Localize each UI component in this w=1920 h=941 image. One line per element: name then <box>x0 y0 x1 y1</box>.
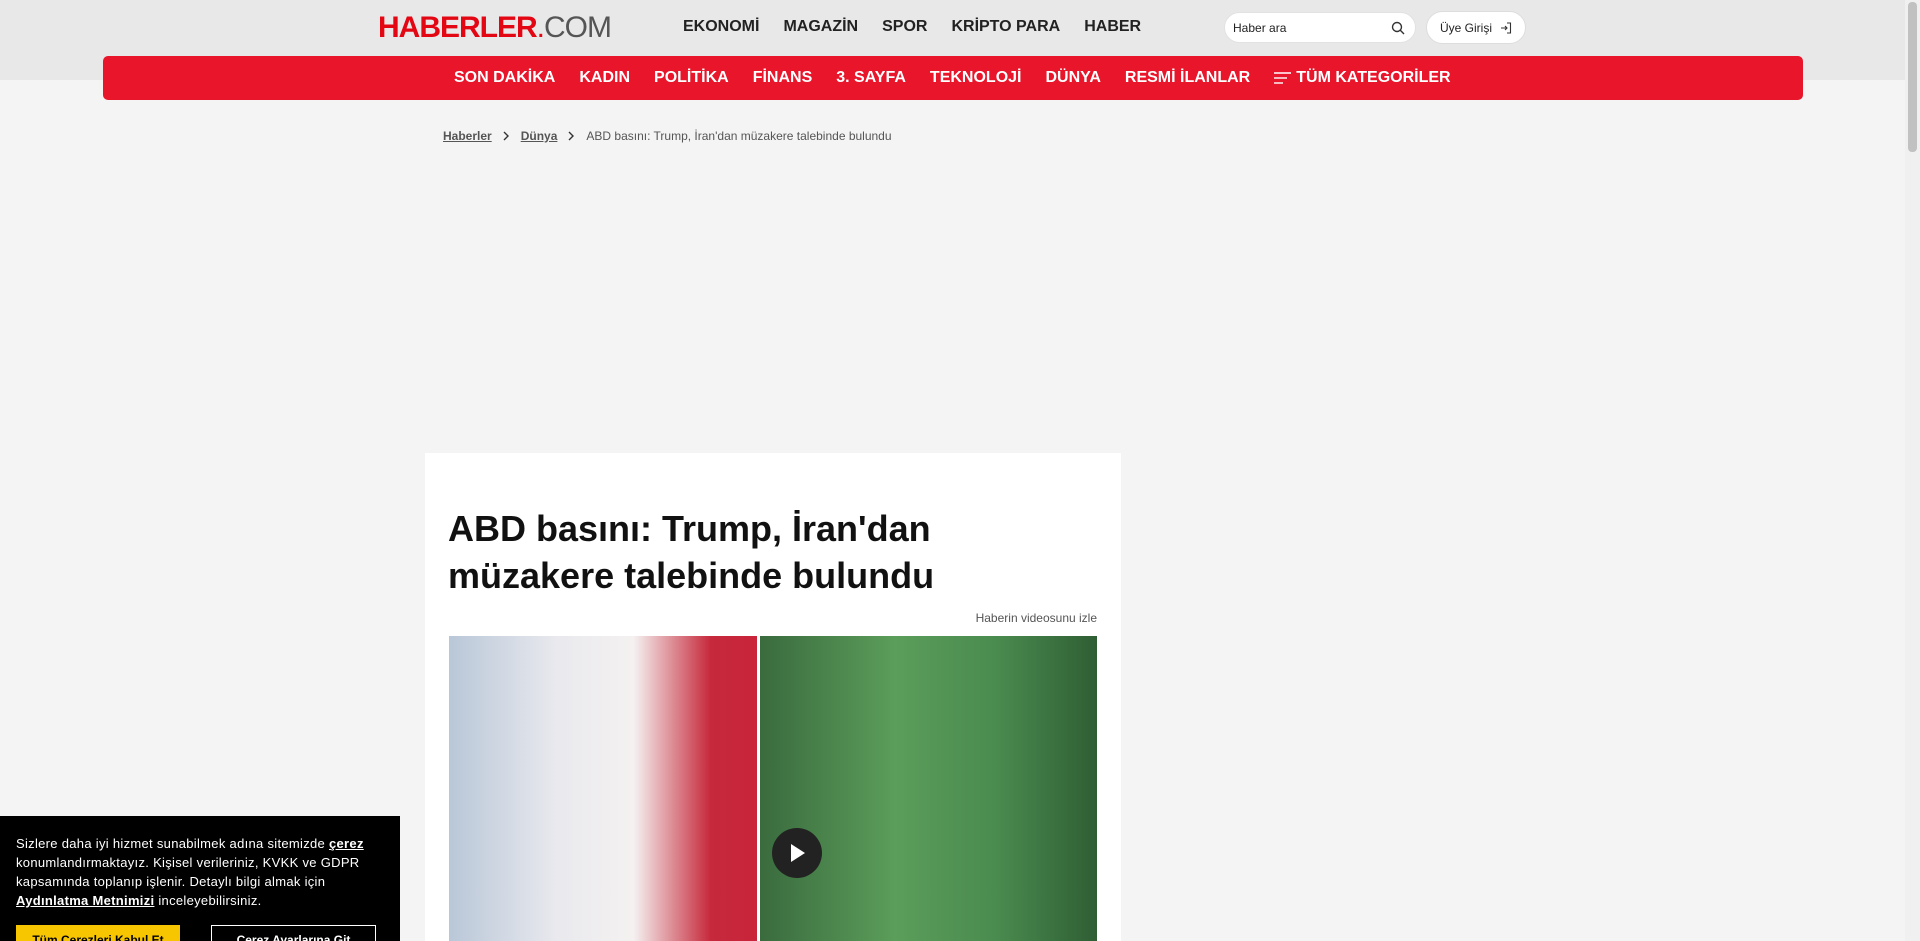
hero-image-left <box>449 636 757 941</box>
scrollbar-thumb[interactable] <box>1908 2 1917 152</box>
all-categories-button[interactable]: TÜM KATEGORİLER <box>1274 68 1451 88</box>
category-world[interactable]: DÜNYA <box>1045 68 1100 88</box>
page-scrollbar[interactable] <box>1905 0 1920 941</box>
search-input[interactable] <box>1233 19 1383 37</box>
top-nav-sports[interactable]: SPOR <box>882 16 927 38</box>
breadcrumb: Haberler Dünya ABD basını: Trump, İran'd… <box>443 129 892 143</box>
chevron-right-icon <box>503 131 509 141</box>
login-icon <box>1501 21 1512 34</box>
watch-video-link[interactable]: Haberin videosunu izle <box>976 611 1097 625</box>
breadcrumb-current: ABD basını: Trump, İran'dan müzakere tal… <box>586 129 892 143</box>
breadcrumb-section[interactable]: Dünya <box>521 129 558 143</box>
top-nav: EKONOMİ MAGAZİN SPOR KRİPTO PARA HABER <box>683 16 1141 38</box>
article-hero-image[interactable] <box>449 636 1097 941</box>
cookie-settings-button[interactable]: Çerez Ayarlarına Git <box>211 925 376 941</box>
category-official-notices[interactable]: RESMİ İLANLAR <box>1125 68 1250 88</box>
category-nav: SON DAKİKA KADIN POLİTİKA FİNANS 3. SAYF… <box>103 56 1803 100</box>
article-card: ABD basını: Trump, İran'dan müzakere tal… <box>425 453 1121 941</box>
category-politics[interactable]: POLİTİKA <box>654 68 729 88</box>
hero-image-right <box>760 636 1097 941</box>
cookie-link[interactable]: çerez <box>329 836 364 851</box>
cookie-text: Sizlere daha iyi hizmet sunabilmek adına… <box>16 836 364 908</box>
privacy-notice-link[interactable]: Aydınlatma Metnimizi <box>16 893 154 908</box>
menu-icon <box>1274 72 1292 84</box>
search-icon[interactable] <box>1391 21 1405 35</box>
login-label: Üye Girişi <box>1439 20 1492 35</box>
breadcrumb-home[interactable]: Haberler <box>443 129 492 143</box>
cookie-banner: Sizlere daha iyi hizmet sunabilmek adına… <box>0 816 400 941</box>
top-nav-magazine[interactable]: MAGAZİN <box>783 16 858 38</box>
category-finance[interactable]: FİNANS <box>753 68 813 88</box>
login-button[interactable]: Üye Girişi <box>1426 11 1526 44</box>
category-breaking-news[interactable]: SON DAKİKA <box>454 68 555 88</box>
top-nav-news[interactable]: HABER <box>1084 16 1141 38</box>
category-women[interactable]: KADIN <box>579 68 630 88</box>
category-third-page[interactable]: 3. SAYFA <box>836 68 906 88</box>
top-nav-economy[interactable]: EKONOMİ <box>683 16 759 38</box>
play-button[interactable] <box>772 828 822 878</box>
accept-all-cookies-button[interactable]: Tüm Çerezleri Kabul Et <box>16 925 180 941</box>
article-title: ABD basını: Trump, İran'dan müzakere tal… <box>448 508 935 596</box>
search-box <box>1224 12 1416 43</box>
chevron-right-icon <box>568 131 575 141</box>
site-logo[interactable]: HABERLER.COM <box>378 12 612 44</box>
all-categories-label: TÜM KATEGORİLER <box>1296 69 1451 86</box>
category-technology[interactable]: TEKNOLOJİ <box>930 68 1022 88</box>
top-nav-crypto[interactable]: KRİPTO PARA <box>951 16 1060 38</box>
play-icon <box>791 844 805 862</box>
